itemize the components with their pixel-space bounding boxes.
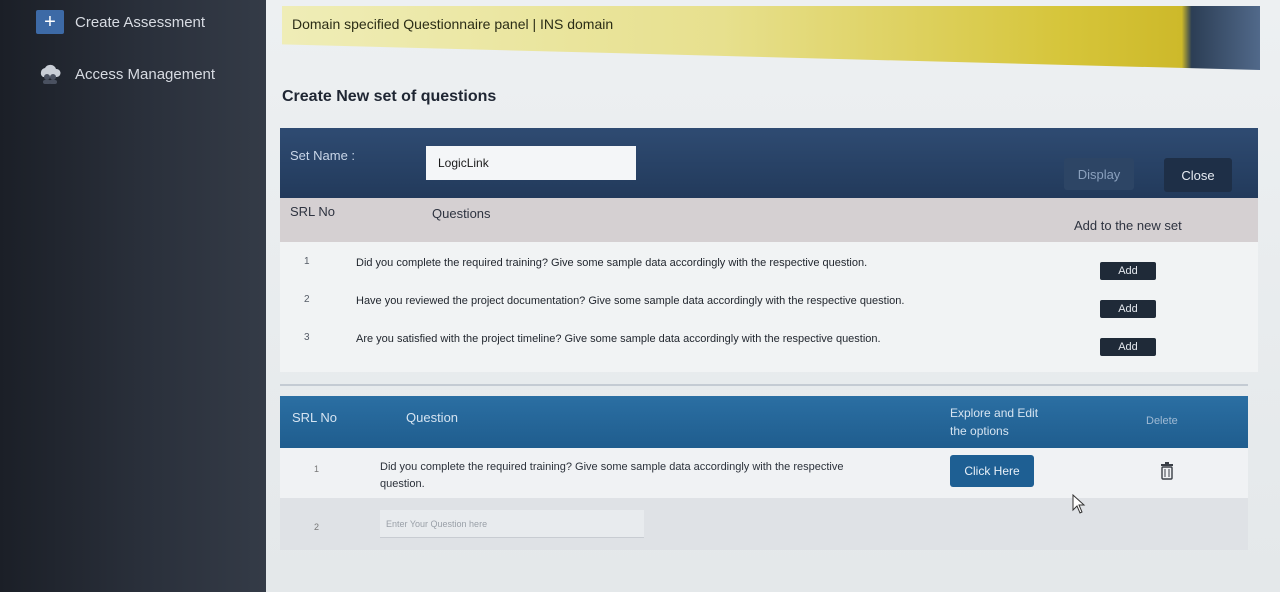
header-question: Question xyxy=(406,410,459,425)
mouse-cursor-icon xyxy=(1072,494,1086,514)
selected-table-header: SRL No Question Explore and Edit the opt… xyxy=(280,396,1248,448)
cloud-users-icon xyxy=(36,62,64,86)
row-srl: 3 xyxy=(304,332,310,343)
header-srl: SRL No xyxy=(290,204,336,219)
page-title: Create New set of questions xyxy=(282,88,497,105)
header-explore-line1: Explore and Edit xyxy=(950,406,1039,420)
row-question: Are you satisfied with the project timel… xyxy=(356,333,881,345)
sidebar-item-access-management[interactable]: Access Management xyxy=(36,62,215,86)
set-name-input[interactable] xyxy=(426,146,636,180)
row-srl: 2 xyxy=(304,294,310,305)
close-button[interactable]: Close xyxy=(1164,158,1232,192)
row-question: Did you complete the required training? … xyxy=(380,461,844,490)
row-srl: 1 xyxy=(304,256,310,267)
sidebar-item-label: Access Management xyxy=(75,65,216,83)
new-question-input[interactable] xyxy=(380,510,644,538)
sidebar-item-label: Create Assessment xyxy=(75,13,206,31)
row-srl: 1 xyxy=(314,464,320,474)
row-question: Did you complete the required training? … xyxy=(356,257,868,269)
add-button[interactable]: Add xyxy=(1100,300,1156,318)
questions-table-header: SRL No Questions Add to the new set xyxy=(280,198,1258,242)
trash-icon[interactable] xyxy=(1160,462,1174,480)
table-row: 1 Did you complete the required training… xyxy=(280,448,1248,498)
explore-edit-button[interactable]: Click Here xyxy=(950,455,1034,487)
row-srl: 2 xyxy=(314,522,320,532)
banner: Domain specified Questionnaire panel | I… xyxy=(282,6,1260,70)
table-row: 1 Did you complete the required training… xyxy=(280,248,1258,284)
table-row: 2 Have you reviewed the project document… xyxy=(280,286,1258,322)
display-button[interactable]: Display xyxy=(1064,158,1134,190)
divider xyxy=(280,384,1248,386)
header-explore-line2: the options xyxy=(950,424,1009,438)
banner-title: Domain specified Questionnaire panel | I… xyxy=(292,16,614,32)
header-delete: Delete xyxy=(1146,415,1178,427)
sidebar-item-create-assessment[interactable]: + Create Assessment xyxy=(36,10,205,34)
add-button[interactable]: Add xyxy=(1100,338,1156,356)
set-name-bar: Set Name : Display Close xyxy=(280,128,1258,198)
questions-table-body: 1 Did you complete the required training… xyxy=(280,242,1258,372)
header-questions: Questions xyxy=(432,206,491,221)
header-srl: SRL No xyxy=(292,410,338,425)
header-add-to-set: Add to the new set xyxy=(1074,218,1182,233)
sidebar: + Create Assessment Access Management xyxy=(0,0,266,592)
row-question: Have you reviewed the project documentat… xyxy=(356,295,905,307)
table-row: 2 xyxy=(280,498,1248,550)
plus-icon: + xyxy=(36,10,64,34)
main-content: Domain specified Questionnaire panel | I… xyxy=(266,0,1280,592)
table-row: 3 Are you satisfied with the project tim… xyxy=(280,324,1258,360)
add-button[interactable]: Add xyxy=(1100,262,1156,280)
set-name-label: Set Name : xyxy=(290,148,356,163)
